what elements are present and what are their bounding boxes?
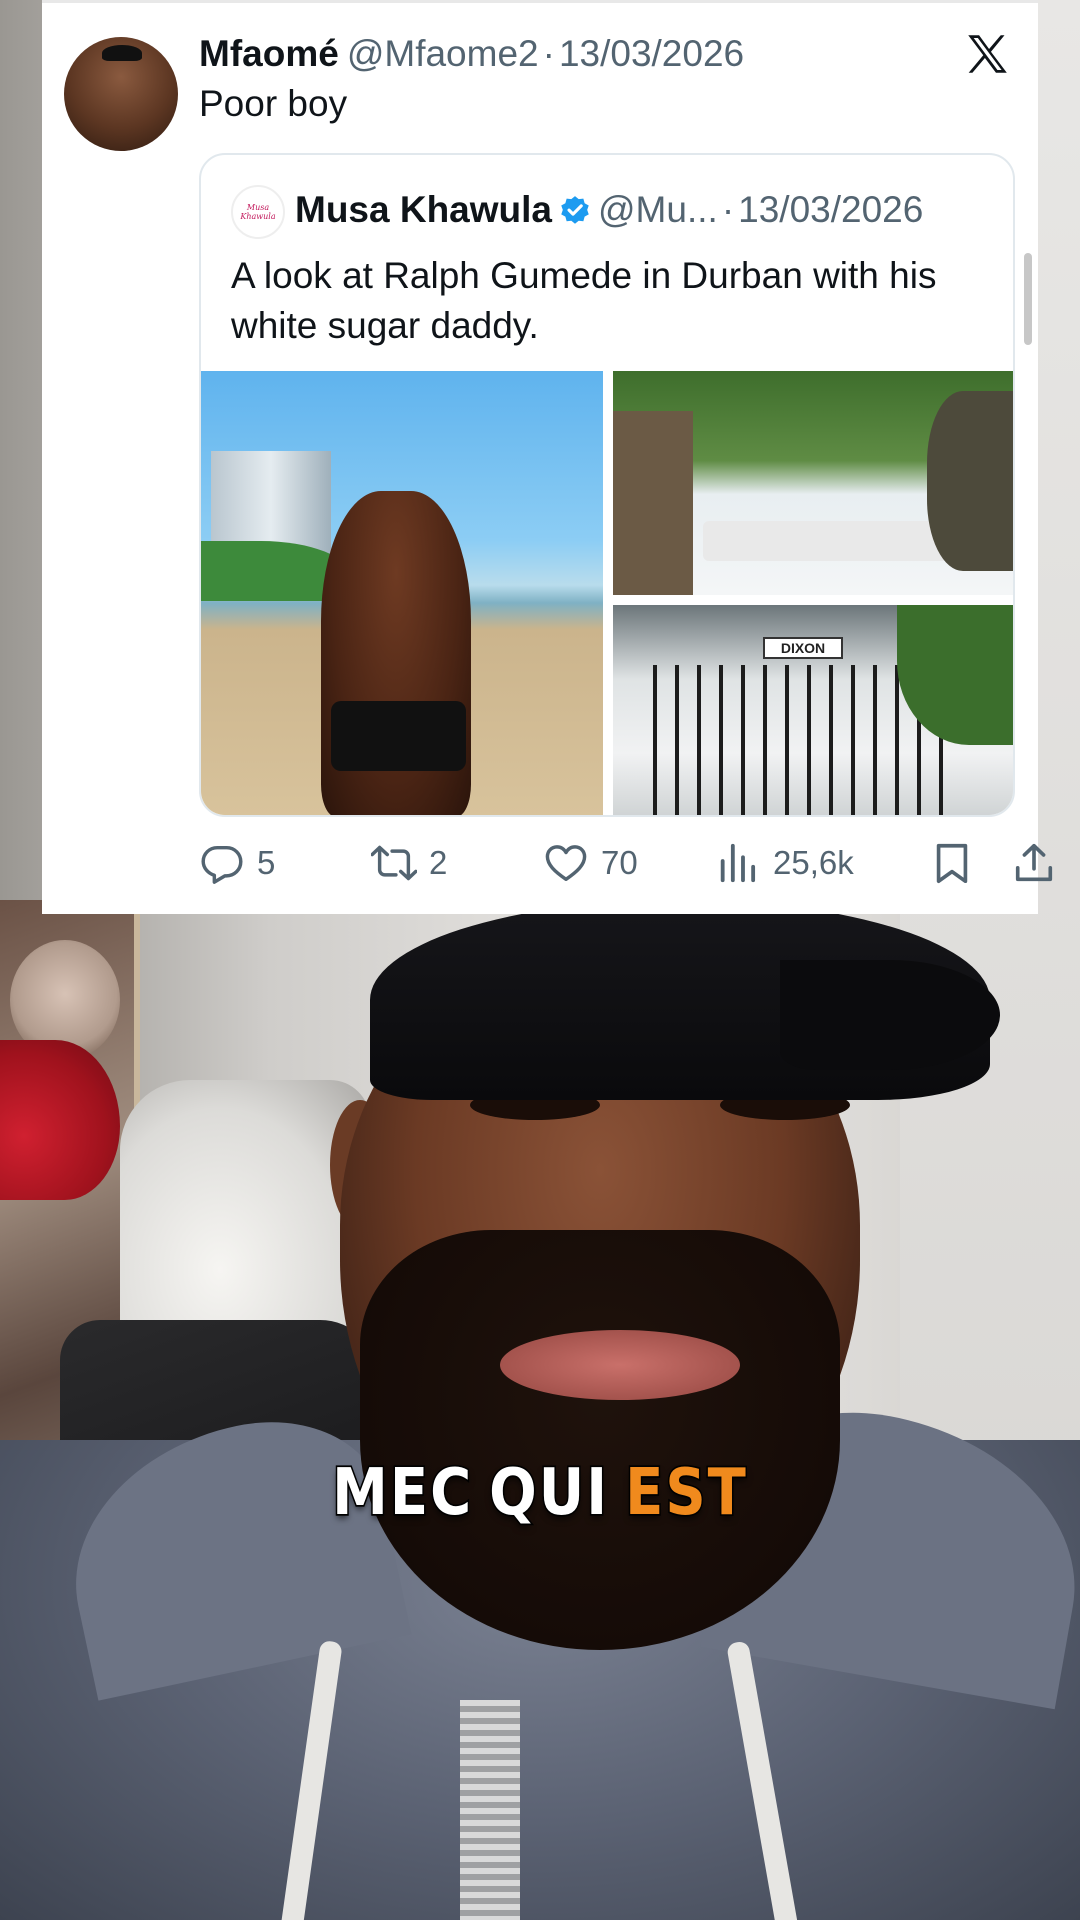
repost-icon xyxy=(371,845,417,881)
author-name[interactable]: Mfaomé xyxy=(199,33,339,74)
subtitle-caption: MEC QUI EST xyxy=(0,1453,1080,1531)
repost-button[interactable]: 2 xyxy=(371,839,447,887)
tweet-text: Poor boy xyxy=(199,83,348,124)
cap-brim xyxy=(780,960,1000,1070)
share-icon xyxy=(1015,843,1053,882)
photo-table xyxy=(703,521,953,561)
photo-cafe[interactable] xyxy=(613,371,1013,595)
views-icon xyxy=(720,843,756,883)
share-button[interactable] xyxy=(1011,839,1057,887)
quoted-author-name[interactable]: Musa Khawula xyxy=(295,189,552,230)
repost-count: 2 xyxy=(429,844,448,881)
bookmark-button[interactable] xyxy=(929,839,975,887)
quoted-tweet-date[interactable]: 13/03/2026 xyxy=(738,189,923,230)
photo-shorts xyxy=(331,701,466,771)
views-button[interactable]: 25,6k xyxy=(715,839,854,887)
tweet-card[interactable]: Mfaomé @Mfaome2 · 13/03/2026 Poor boy Musa … xyxy=(42,0,1053,914)
quoted-tweet-header: Musa Khawula @Mu... · 13/03/2026 xyxy=(295,189,923,231)
like-icon xyxy=(545,845,587,882)
quoted-author-avatar[interactable]: Musa Khawula xyxy=(231,185,285,239)
verified-badge-icon xyxy=(561,196,589,224)
views-count: 25,6k xyxy=(773,844,854,881)
reply-count: 5 xyxy=(257,844,276,881)
photo-tree-trunk xyxy=(613,411,693,595)
tweet-actions: 5 2 70 25,6k xyxy=(199,839,1053,887)
hoodie-zipper xyxy=(460,1700,520,1920)
bookmark-icon xyxy=(936,843,968,884)
media-grid: DIXON xyxy=(201,371,1013,815)
author-handle[interactable]: @Mfaome2 xyxy=(347,33,539,74)
tweet-date[interactable]: 13/03/2026 xyxy=(559,33,744,74)
quoted-tweet-text: A look at Ralph Gumede in Durban with hi… xyxy=(231,255,937,346)
scrollbar-thumb[interactable] xyxy=(1024,253,1032,345)
beard xyxy=(360,1230,840,1650)
poster-red-fan xyxy=(0,1040,120,1200)
photo-street[interactable]: DIXON xyxy=(613,605,1013,815)
street-sign: DIXON xyxy=(763,637,843,659)
caption-word: MEC xyxy=(331,1453,474,1531)
x-logo-icon[interactable] xyxy=(962,29,1012,79)
quoted-avatar-logo: Musa Khawula xyxy=(240,203,276,221)
tweet-header: Mfaomé @Mfaome2 · 13/03/2026 xyxy=(199,33,744,75)
caption-highlight-word: EST xyxy=(624,1453,748,1531)
caption-word: QUI xyxy=(488,1453,610,1531)
photo-foliage xyxy=(927,391,1013,571)
quoted-tweet[interactable]: Musa Khawula Musa Khawula @Mu... · 13/03/2… xyxy=(199,153,1015,817)
author-avatar[interactable] xyxy=(64,37,178,151)
quoted-author-handle[interactable]: @Mu... xyxy=(598,189,718,230)
reply-icon xyxy=(201,845,243,884)
photo-beach[interactable] xyxy=(201,371,603,815)
like-count: 70 xyxy=(601,844,638,881)
reply-button[interactable]: 5 xyxy=(199,839,275,887)
lips xyxy=(500,1330,740,1400)
separator: · xyxy=(542,33,555,74)
like-button[interactable]: 70 xyxy=(543,839,638,887)
separator: · xyxy=(721,189,735,230)
